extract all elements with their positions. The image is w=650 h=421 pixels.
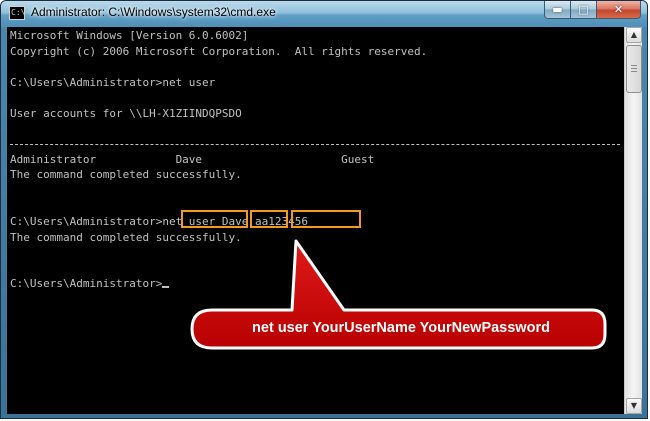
callout-text: net user YourUserName YourNewPassword: [252, 320, 550, 336]
callout-bubble: [190, 239, 607, 350]
